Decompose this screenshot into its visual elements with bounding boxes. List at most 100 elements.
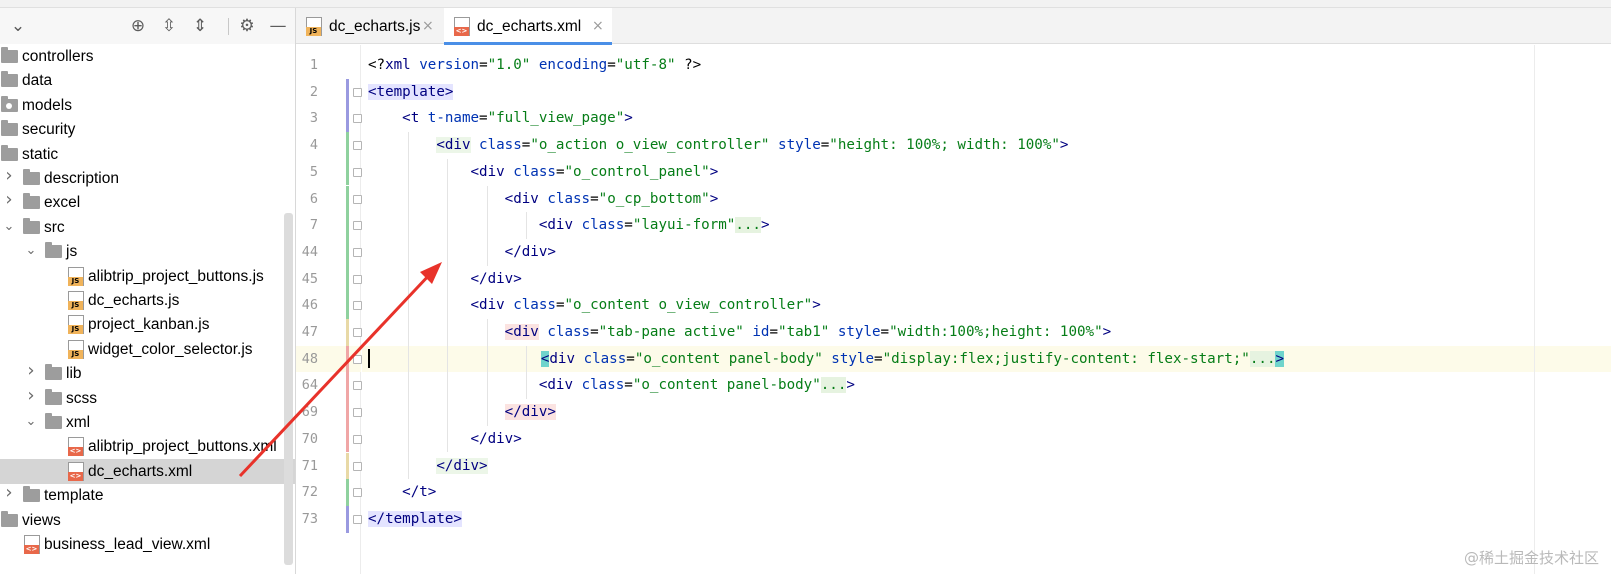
code-token: "o_cp_bottom" [598, 190, 710, 207]
code-token: </div> [504, 404, 556, 421]
tree-folder[interactable]: › scss [0, 386, 295, 411]
tree-folder[interactable]: controllers [0, 44, 295, 69]
code-line[interactable]: </div> [368, 266, 522, 292]
chevron-right-icon[interactable]: › [2, 167, 16, 185]
fold-marker-icon[interactable] [353, 141, 362, 151]
code-line[interactable]: </div> [368, 426, 522, 452]
close-icon[interactable]: × [422, 17, 434, 35]
crosshair-icon[interactable]: ⊕ [128, 16, 148, 36]
fold-marker-icon[interactable] [353, 461, 362, 471]
code-token: ... [1249, 350, 1276, 367]
gear-icon[interactable]: ⚙ [237, 16, 257, 36]
code-token: t-name [427, 110, 480, 127]
code-token: > [812, 297, 821, 314]
line-number: 70 [301, 430, 318, 447]
fold-marker-icon[interactable] [353, 328, 362, 337]
expand-all-icon[interactable]: ⇳ [159, 16, 179, 36]
code-line[interactable]: </div> [368, 453, 488, 479]
code-line[interactable]: <div class="o_control_panel"> [368, 159, 719, 185]
code-line[interactable]: <div class="layui-form"...> [368, 212, 770, 238]
fold-marker-icon[interactable] [353, 408, 362, 418]
tree-folder[interactable]: static [0, 142, 295, 167]
fold-marker-icon[interactable] [353, 114, 362, 124]
chevron-right-icon[interactable]: › [24, 386, 38, 405]
tree-folder[interactable]: ⌄ js [0, 239, 295, 264]
tree-file[interactable]: JS project_kanban.js [0, 312, 295, 337]
tree-folder[interactable]: › template [0, 483, 295, 508]
close-icon[interactable]: × [592, 17, 604, 35]
code-line[interactable]: <template> [368, 79, 454, 105]
chevron-down-icon[interactable]: ⌄ [8, 16, 28, 36]
code-line[interactable]: </t> [368, 479, 436, 505]
code-line[interactable]: <div class="o_action o_view_controller" … [368, 132, 1068, 158]
vcs-change-marker [346, 265, 349, 293]
code-line[interactable]: <t t-name="full_view_page"> [368, 105, 633, 131]
vcs-change-marker [346, 319, 349, 346]
code-token: xml [385, 57, 420, 73]
code-line[interactable]: </div> [368, 239, 556, 265]
fold-marker-icon[interactable] [353, 221, 362, 231]
code-line[interactable]: </div> [368, 399, 556, 425]
fold-marker-icon[interactable] [353, 514, 362, 524]
code-line[interactable]: <div class="o_cp_bottom"> [368, 186, 719, 212]
fold-marker-icon[interactable] [353, 301, 362, 311]
code-area[interactable]: <?xml version="1.0" encoding="utf-8" ?> <… [362, 45, 1611, 574]
fold-marker-icon[interactable] [353, 381, 362, 391]
tree-folder[interactable]: › description [0, 166, 295, 191]
tree-file[interactable]: JS dc_echarts.js [0, 288, 295, 313]
chevron-down-icon[interactable]: ⌄ [2, 218, 16, 236]
fold-marker-icon[interactable] [353, 167, 362, 177]
tree-file[interactable]: JS alibtrip_project_buttons.js [0, 264, 295, 289]
tree-folder[interactable]: ⌄ xml [0, 410, 295, 435]
code-line[interactable]: <div class="o_content o_view_controller"… [368, 292, 821, 318]
tree-folder[interactable]: › excel [0, 190, 295, 215]
code-token: "o_control_panel" [564, 163, 710, 180]
chevron-right-icon[interactable]: › [2, 191, 16, 209]
editor-tab[interactable]: JS dc_echarts.js × [296, 8, 442, 44]
code-token: ?> [675, 57, 702, 73]
tree-file[interactable]: JS widget_color_selector.js [0, 337, 295, 362]
tree-folder[interactable]: › lib [0, 361, 295, 386]
toolbar-separator [228, 18, 229, 35]
tree-file[interactable]: <> alibtrip_project_buttons.xml [0, 434, 295, 459]
tree-folder[interactable]: models [0, 93, 295, 118]
code-token: > [846, 377, 855, 394]
tree-file[interactable]: <> business_lead_view.xml [0, 532, 295, 557]
tree-folder[interactable]: ⌄ src [0, 215, 295, 240]
tree-folder[interactable]: security [0, 117, 295, 142]
vcs-change-marker [346, 452, 349, 480]
fold-marker-icon[interactable] [353, 194, 362, 204]
code-line[interactable]: <?xml version="1.0" encoding="utf-8" ?> [368, 52, 701, 78]
chevron-down-icon[interactable]: ⌄ [24, 242, 38, 260]
tree-folder[interactable]: data [0, 68, 295, 93]
tree-item-label: dc_echarts.xml [88, 462, 193, 480]
code-line[interactable]: <div class="tab-pane active" id="tab1" s… [368, 319, 1111, 345]
code-line[interactable]: <div class="o_content panel-body"...> [368, 372, 855, 398]
tree-file[interactable]: <> dc_echarts.xml [0, 458, 295, 484]
fold-marker-icon[interactable] [353, 87, 362, 97]
minimize-icon[interactable]: — [268, 16, 288, 36]
chevron-right-icon[interactable]: › [2, 484, 16, 502]
fold-marker-icon[interactable] [353, 434, 362, 444]
code-token: = [624, 377, 633, 394]
chevron-right-icon[interactable]: › [24, 362, 38, 380]
tree-scrollbar[interactable] [284, 213, 293, 565]
tree-folder[interactable]: views [0, 508, 295, 533]
collapse-all-icon[interactable]: ⇕ [190, 16, 210, 36]
fold-marker-icon[interactable] [353, 247, 362, 257]
code-token: "tab1" [778, 324, 838, 340]
fold-marker-icon[interactable] [353, 488, 362, 498]
vcs-change-marker [346, 479, 349, 506]
editor-tab[interactable]: <> dc_echarts.xml × [444, 8, 612, 45]
fold-marker-icon[interactable] [353, 354, 362, 364]
chevron-down-icon[interactable]: ⌄ [24, 413, 38, 431]
folder-icon [1, 95, 18, 112]
code-line[interactable]: </template> [368, 506, 462, 532]
code-line[interactable]: <div class="o_content panel-body" style=… [368, 346, 1285, 372]
code-token: "full_view_page" [487, 110, 625, 127]
fold-marker-icon[interactable] [353, 274, 362, 284]
